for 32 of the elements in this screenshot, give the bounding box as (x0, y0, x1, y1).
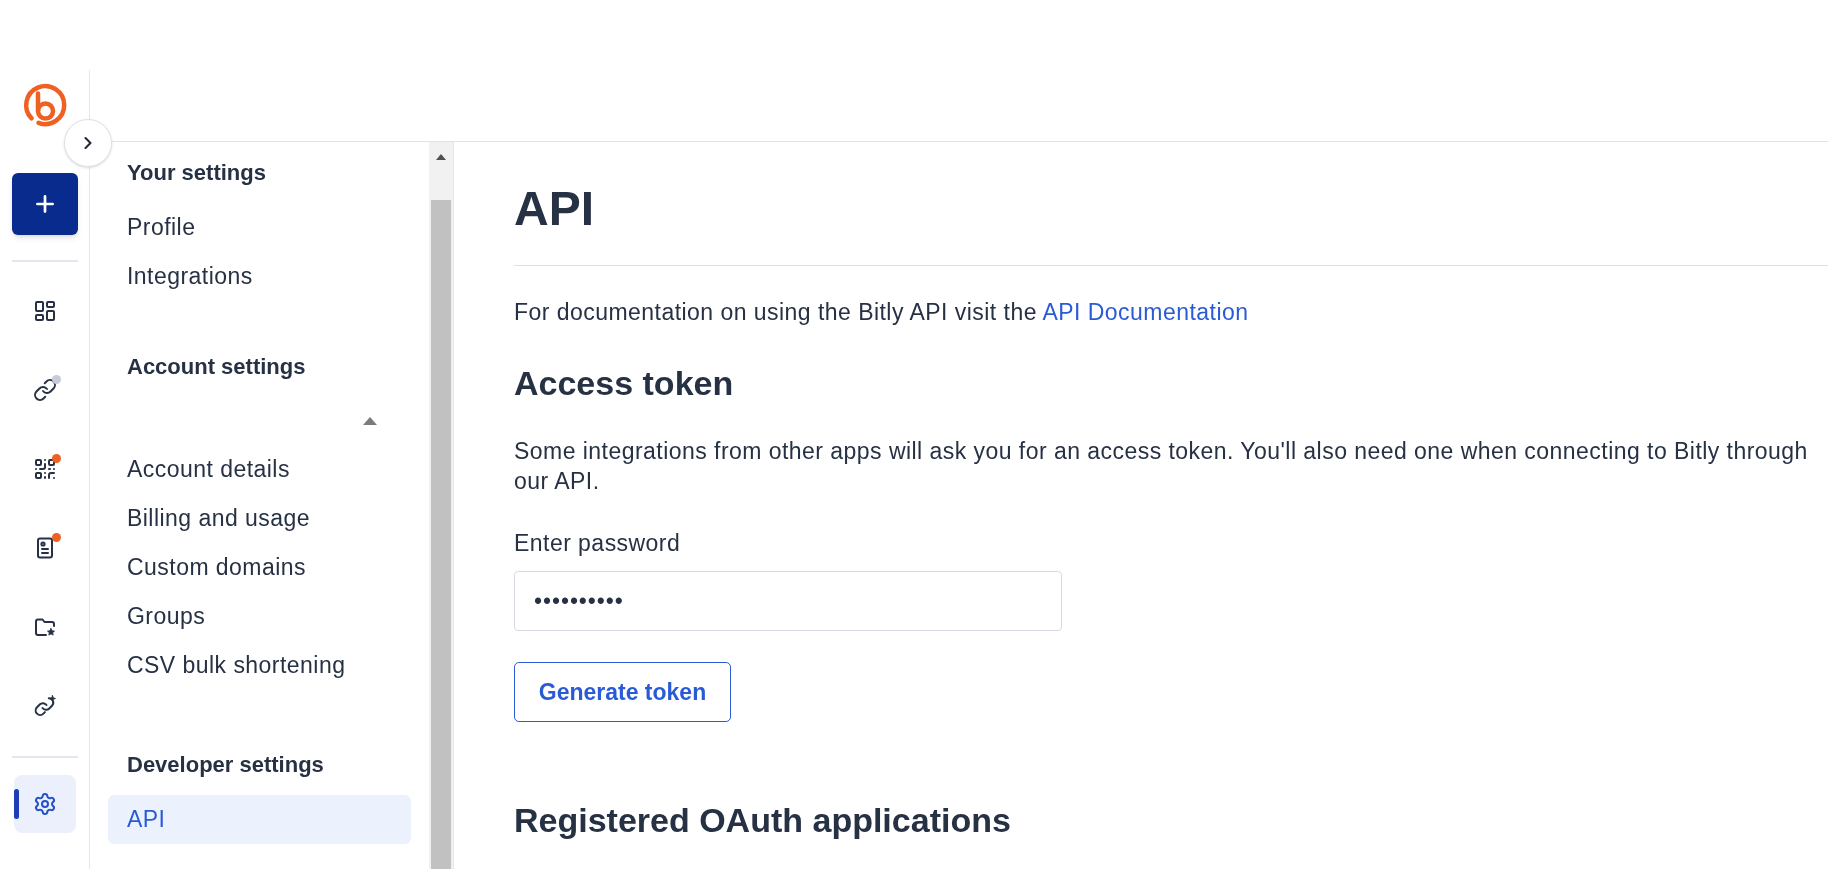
sidebar-item[interactable]: CSV bulk shortening (108, 641, 411, 690)
password-field[interactable]: •••••••••• (514, 571, 1062, 631)
section-title: Registered OAuth applications (514, 800, 1012, 840)
link-icon (32, 378, 57, 402)
create-button[interactable] (11, 173, 78, 235)
sidebar-item[interactable]: Profile (108, 203, 411, 252)
active-indicator (13, 789, 19, 819)
section-heading: Developer settings (126, 751, 325, 779)
qr-code-icon (32, 457, 57, 481)
section-heading: Your settings (126, 159, 267, 187)
caret-icon[interactable] (363, 417, 377, 425)
sidebar-item[interactable]: Groups (108, 592, 411, 641)
section-heading: Account settings (126, 353, 307, 381)
settings-icon (32, 792, 57, 816)
documentation-link[interactable]: API Documentation (1042, 299, 1249, 325)
scroll-up-arrow-icon[interactable] (436, 154, 446, 160)
sidebar-item[interactable]: Integrations (108, 252, 411, 301)
generate-token-button[interactable]: Generate token (514, 662, 731, 722)
sidebar-item[interactable]: API (108, 795, 411, 844)
sidebar-item[interactable]: Billing and usage (108, 494, 411, 543)
scrollbar[interactable] (429, 142, 453, 869)
intro-text: For documentation on using the Bitly API visit the API Documentation (514, 298, 1250, 327)
nav-button[interactable] (13, 775, 76, 833)
section-title: Access token (514, 363, 735, 403)
field-label: Enter password (514, 529, 681, 558)
sidebar-item[interactable]: Custom domains (108, 543, 411, 592)
link-sparkle-icon (32, 694, 57, 718)
scrollbar-thumb[interactable] (431, 200, 451, 869)
sidebar-item[interactable]: Account details (108, 445, 411, 494)
dashboard-icon (32, 299, 57, 323)
page-title: API (514, 185, 595, 233)
description-text: Some integrations from other apps will ask you for an access token. You'll also need one when connecting to Bitly through our API. (514, 437, 1809, 496)
